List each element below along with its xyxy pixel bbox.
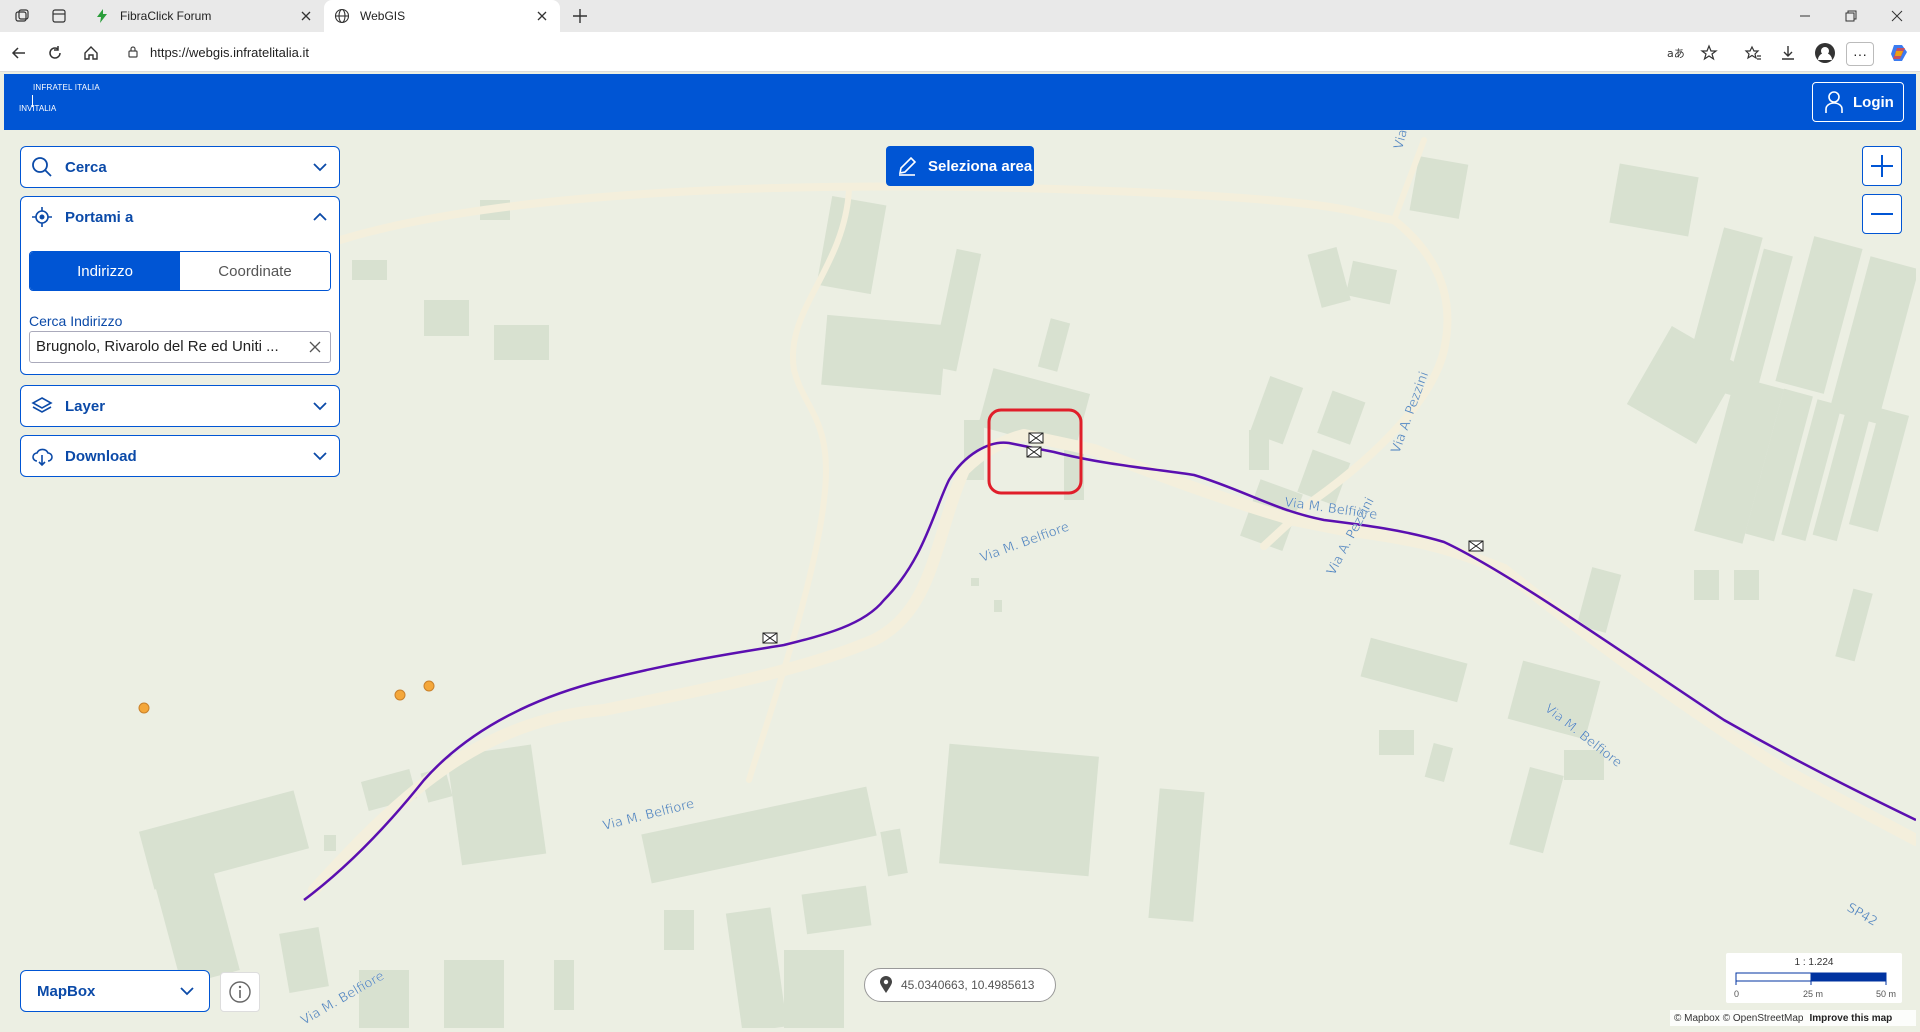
copilot-icon[interactable]	[1888, 42, 1910, 64]
label-belfiore-2: Via M. Belfiore	[978, 520, 1071, 566]
tab-title: FibraClick Forum	[120, 9, 212, 23]
chevron-down-icon	[180, 987, 194, 996]
zoom-in-icon	[1871, 155, 1893, 177]
search-icon	[32, 157, 52, 177]
address-search-field[interactable]	[29, 331, 331, 363]
fibraclick-favicon-icon	[97, 9, 107, 23]
download-header[interactable]: Download	[21, 436, 339, 476]
layer-panel[interactable]: Layer	[20, 385, 340, 427]
scale-graphic	[1735, 972, 1887, 985]
chevron-down-icon	[313, 163, 327, 172]
scale-tick-0: 0	[1734, 989, 1740, 999]
profile-avatar-icon[interactable]	[1814, 42, 1836, 64]
zoom-in-button[interactable]	[1862, 146, 1902, 186]
label-sp42: SP42	[1844, 900, 1880, 929]
select-area-label: Seleziona area	[928, 157, 1033, 175]
url-text: https://webgis.infratelitalia.it	[150, 45, 309, 60]
address-search-input[interactable]	[36, 338, 296, 355]
coordinates-display[interactable]: 45.0340663, 10.4985613	[864, 968, 1056, 1002]
chevron-down-icon	[313, 452, 327, 461]
goto-label: Portami a	[65, 208, 134, 226]
scale-ratio: 1 : 1.224	[1794, 957, 1834, 968]
favorites-icon[interactable]	[1744, 44, 1762, 62]
address-field[interactable]: https://webgis.infratelitalia.it	[116, 38, 1704, 66]
minimize-icon[interactable]	[1797, 8, 1813, 24]
tab-fibraclick[interactable]: FibraClick Forum	[84, 0, 324, 32]
target-icon	[32, 207, 52, 227]
chevron-up-icon	[313, 212, 327, 221]
login-label: Login	[1853, 93, 1894, 111]
workspaces-icon[interactable]	[14, 8, 30, 24]
tab-title: WebGIS	[360, 9, 406, 23]
basemap-select[interactable]: MapBox	[20, 970, 210, 1012]
select-area-button[interactable]: Seleziona area	[886, 146, 1034, 186]
globe-icon	[334, 8, 350, 24]
cloud-download-icon	[32, 448, 53, 467]
street-labels: Via M. Belfiore Via M. Belfiore Via M. B…	[298, 130, 1880, 1028]
info-button[interactable]	[220, 972, 260, 1012]
coordinates-text: 45.0340663, 10.4985613	[901, 978, 1035, 992]
tab-indirizzo[interactable]: Indirizzo	[30, 252, 180, 290]
close-tab-icon[interactable]	[534, 8, 550, 24]
new-tab-icon[interactable]	[570, 6, 590, 26]
download-panel[interactable]: Download	[20, 435, 340, 477]
clear-icon[interactable]	[308, 340, 322, 354]
browser-tab-bar: FibraClick Forum WebGIS	[0, 0, 1920, 32]
map-pin-icon	[880, 976, 892, 993]
svg-text:aあ: aあ	[1667, 47, 1684, 60]
read-aloud-icon[interactable]: aあ	[1666, 44, 1684, 62]
address-field-label: Cerca Indirizzo	[29, 313, 123, 329]
label-pezzini-1: Via A. Pezzini	[1389, 370, 1432, 456]
layers-icon	[31, 397, 53, 413]
favorite-star-icon[interactable]	[1700, 44, 1718, 62]
downloads-icon[interactable]	[1779, 44, 1797, 62]
scale-tick-50: 50 m	[1876, 989, 1897, 999]
app-header: INFRATEL ITALIA INVITALIA Login	[4, 74, 1916, 130]
refresh-icon[interactable]	[46, 44, 64, 62]
close-tab-icon[interactable]	[298, 8, 314, 24]
basemap-label: MapBox	[37, 982, 96, 1000]
chevron-down-icon	[313, 402, 327, 411]
layer-label: Layer	[65, 397, 106, 415]
scale-tick-25: 25 m	[1803, 989, 1824, 999]
attrib-improve[interactable]: Improve this map	[1809, 1013, 1892, 1024]
login-button[interactable]: Login	[1812, 82, 1904, 122]
goto-header[interactable]: Portami a	[21, 197, 339, 237]
home-icon[interactable]	[82, 44, 100, 62]
logo-infratel[interactable]: INFRATEL ITALIA	[33, 83, 100, 92]
search-header[interactable]: Cerca	[21, 147, 339, 187]
tab-actions-icon[interactable]	[51, 8, 67, 24]
search-label: Cerca	[65, 158, 107, 176]
scale-bar: 1 : 1.224 0 25 m 50 m	[1726, 953, 1902, 1003]
lock-icon[interactable]	[126, 45, 140, 59]
zoom-out-button[interactable]	[1862, 194, 1902, 234]
restore-icon[interactable]	[1843, 8, 1859, 24]
download-label: Download	[65, 447, 137, 465]
browser-address-bar: https://webgis.infratelitalia.it aあ	[0, 32, 1920, 72]
close-window-icon[interactable]	[1889, 8, 1905, 24]
tab-webgis[interactable]: WebGIS	[324, 0, 560, 32]
goto-mode-toggle: Indirizzo Coordinate	[29, 251, 331, 291]
logo-invitalia[interactable]: INVITALIA	[19, 104, 56, 113]
orange-poi-markers	[138, 680, 435, 714]
layer-header[interactable]: Layer	[21, 386, 339, 426]
building-footprints	[138, 156, 1916, 1028]
user-icon	[1825, 91, 1843, 113]
back-icon[interactable]	[10, 44, 28, 62]
tab-coordinate[interactable]: Coordinate	[180, 252, 330, 290]
pencil-icon	[898, 156, 917, 176]
goto-panel: Portami a Indirizzo Coordinate Cerca Ind…	[20, 196, 340, 375]
label-via-top: Via	[1391, 130, 1411, 151]
search-panel[interactable]: Cerca	[20, 146, 340, 188]
settings-more-button[interactable]: ···	[1846, 42, 1874, 66]
attrib-mapbox[interactable]: © Mapbox	[1674, 1013, 1720, 1024]
road-network	[308, 137, 1916, 896]
zoom-out-icon	[1871, 213, 1893, 215]
map-attribution: © Mapbox © OpenStreetMap Improve this ma…	[1670, 1010, 1916, 1026]
info-icon	[229, 981, 251, 1003]
fiber-route-line	[303, 441, 1916, 901]
attrib-osm[interactable]: © OpenStreetMap	[1723, 1013, 1804, 1024]
